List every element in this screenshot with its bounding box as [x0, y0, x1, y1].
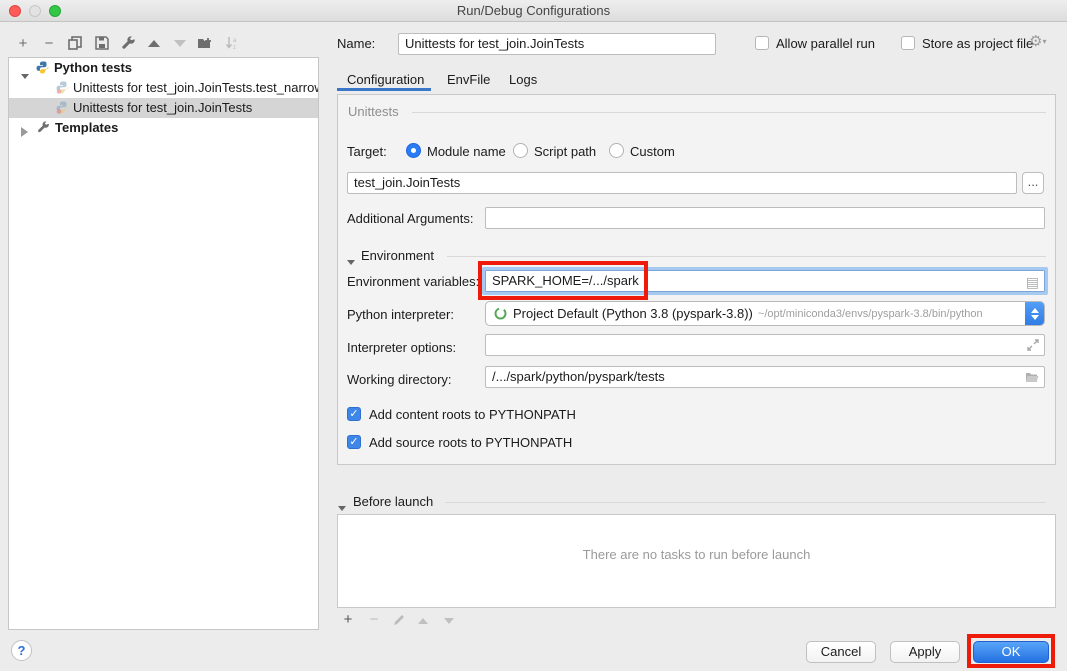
- module-name-input[interactable]: test_join.JoinTests: [347, 172, 1017, 194]
- python-interpreter-select[interactable]: Project Default (Python 3.8 (pyspark-3.8…: [485, 301, 1045, 326]
- edit-templates-icon[interactable]: [119, 34, 137, 52]
- configurations-tree: Python tests Unittests for test_join.Joi…: [8, 57, 319, 630]
- allow-parallel-run-checkbox[interactable]: [755, 36, 769, 50]
- tab-logs[interactable]: Logs: [509, 70, 537, 90]
- title-bar[interactable]: Run/Debug Configurations: [0, 0, 1067, 22]
- browse-module-button[interactable]: ...: [1022, 172, 1044, 194]
- python-interpreter-label: Python interpreter:: [347, 307, 454, 322]
- apply-button[interactable]: Apply: [890, 641, 960, 663]
- env-vars-browse-icon[interactable]: ▤: [1026, 272, 1039, 292]
- python-test-icon: [56, 81, 69, 94]
- no-tasks-message: There are no tasks to run before launch: [338, 547, 1055, 562]
- window-title: Run/Debug Configurations: [0, 0, 1067, 21]
- folder-browse-icon[interactable]: [1025, 371, 1039, 383]
- tree-item-label[interactable]: Unittests for test_join.JoinTests: [73, 98, 252, 118]
- move-task-up-icon: [414, 612, 432, 630]
- minimize-window-button: [29, 5, 41, 17]
- remove-configuration-icon[interactable]: −: [40, 34, 58, 52]
- interpreter-options-label: Interpreter options:: [347, 340, 456, 355]
- before-launch-divider: [445, 502, 1046, 503]
- radio-custom[interactable]: [609, 143, 624, 158]
- cancel-button[interactable]: Cancel: [806, 641, 876, 663]
- name-label: Name:: [337, 36, 375, 51]
- environment-collapse-icon[interactable]: [347, 253, 355, 268]
- tab-envfile[interactable]: EnvFile: [447, 70, 490, 90]
- working-directory-label: Working directory:: [347, 372, 452, 387]
- interpreter-options-input[interactable]: [485, 334, 1045, 356]
- add-content-roots-label: Add content roots to PYTHONPATH: [369, 407, 576, 423]
- sort-configurations-icon: az: [223, 34, 241, 52]
- allow-parallel-run-label: Allow parallel run: [776, 36, 875, 52]
- checkmark-icon: ✓: [349, 408, 358, 420]
- selected-tab-underline: [337, 88, 431, 91]
- gear-icon[interactable]: ⚙▾: [1029, 32, 1046, 50]
- radio-module-name[interactable]: [406, 143, 421, 158]
- svg-text:z: z: [233, 45, 236, 51]
- store-as-project-file-checkbox[interactable]: [901, 36, 915, 50]
- before-launch-collapse-icon[interactable]: [338, 499, 346, 514]
- tree-item-label[interactable]: Unittests for test_join.JoinTests.test_n…: [73, 78, 319, 98]
- environment-variables-input[interactable]: SPARK_HOME=/.../spark ▤: [482, 267, 1048, 295]
- name-input[interactable]: Unittests for test_join.JoinTests: [398, 33, 716, 55]
- environment-section-title[interactable]: Environment: [361, 248, 434, 263]
- create-folder-icon[interactable]: [196, 34, 214, 52]
- unittests-group-title: Unittests: [348, 104, 399, 119]
- radio-script-path-label[interactable]: Script path: [534, 144, 596, 159]
- move-task-down-icon: [440, 612, 458, 630]
- ok-button[interactable]: OK: [973, 641, 1049, 663]
- move-up-icon[interactable]: [145, 34, 163, 52]
- environment-variables-value: SPARK_HOME=/.../spark: [492, 273, 639, 288]
- add-configuration-icon[interactable]: +: [14, 34, 32, 52]
- tree-item-unittest-jointests-selected[interactable]: Unittests for test_join.JoinTests: [9, 98, 318, 118]
- interpreter-stepper-icon[interactable]: [1025, 301, 1044, 326]
- before-launch-task-list: There are no tasks to run before launch: [337, 514, 1056, 608]
- tree-item-python-tests[interactable]: Python tests: [9, 58, 318, 78]
- edit-task-icon: [390, 611, 408, 629]
- templates-wrench-icon: [37, 121, 50, 134]
- tree-item-templates[interactable]: Templates: [9, 118, 318, 138]
- tab-configuration[interactable]: Configuration: [347, 70, 424, 90]
- close-window-button[interactable]: [9, 5, 21, 17]
- remove-task-icon: −: [365, 610, 383, 628]
- svg-text:a: a: [233, 38, 237, 44]
- copy-configuration-icon[interactable]: [66, 34, 84, 52]
- add-task-icon[interactable]: +: [339, 610, 357, 628]
- python-interpreter-path: ~/opt/miniconda3/envs/pyspark-3.8/bin/py…: [758, 308, 983, 320]
- tree-item-label[interactable]: Python tests: [54, 58, 132, 78]
- working-directory-value: /.../spark/python/pyspark/tests: [492, 369, 665, 384]
- add-content-roots-checkbox[interactable]: ✓: [347, 407, 361, 421]
- group-divider: [412, 112, 1046, 113]
- conda-env-icon: [494, 307, 507, 320]
- additional-arguments-input[interactable]: [485, 207, 1045, 229]
- environment-variables-label: Environment variables:: [347, 274, 479, 289]
- tree-item-unittest-narrow[interactable]: Unittests for test_join.JoinTests.test_n…: [9, 78, 318, 98]
- add-source-roots-checkbox[interactable]: ✓: [347, 435, 361, 449]
- help-button[interactable]: ?: [11, 640, 32, 661]
- expand-arrow-icon[interactable]: [21, 123, 28, 143]
- python-interpreter-value: Project Default (Python 3.8 (pyspark-3.8…: [513, 306, 753, 321]
- environment-divider: [447, 256, 1046, 257]
- store-as-project-file-label: Store as project file: [922, 36, 1033, 52]
- radio-module-name-label[interactable]: Module name: [427, 144, 506, 159]
- move-down-icon: [171, 34, 189, 52]
- additional-arguments-label: Additional Arguments:: [347, 211, 473, 226]
- zoom-window-button[interactable]: [49, 5, 61, 17]
- working-directory-input[interactable]: /.../spark/python/pyspark/tests: [485, 366, 1045, 388]
- before-launch-title[interactable]: Before launch: [353, 494, 433, 509]
- python-tests-icon: [36, 61, 49, 74]
- run-debug-configurations-dialog: Run/Debug Configurations + − az Python t…: [0, 0, 1067, 671]
- save-configuration-icon[interactable]: [93, 34, 111, 52]
- tree-item-label[interactable]: Templates: [55, 118, 118, 138]
- expand-field-icon[interactable]: [1027, 339, 1039, 351]
- add-source-roots-label: Add source roots to PYTHONPATH: [369, 435, 572, 451]
- target-label: Target:: [347, 144, 387, 159]
- checkmark-icon: ✓: [349, 436, 358, 448]
- radio-script-path[interactable]: [513, 143, 528, 158]
- radio-custom-label[interactable]: Custom: [630, 144, 675, 159]
- python-test-icon: [56, 101, 69, 114]
